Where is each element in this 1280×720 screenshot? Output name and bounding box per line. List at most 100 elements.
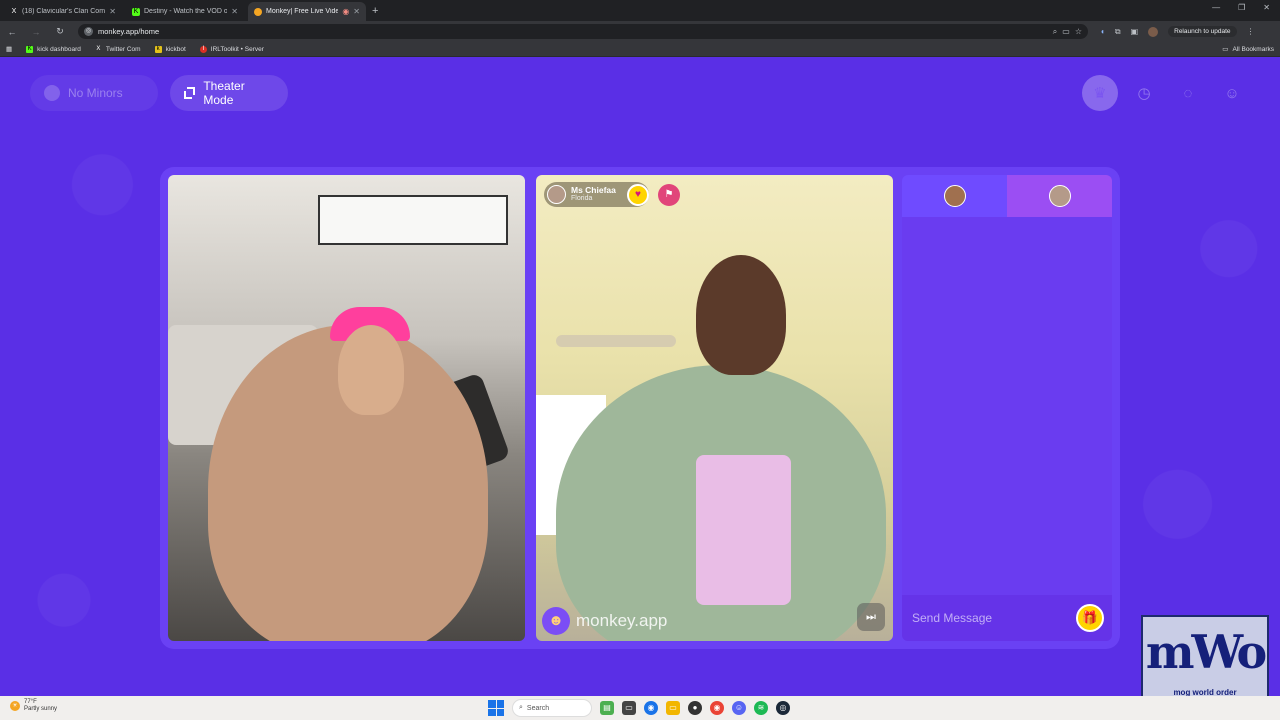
zoom-icon[interactable]: ⌕ bbox=[1053, 27, 1057, 37]
site-info-icon[interactable]: ◎ bbox=[84, 27, 93, 36]
expand-icon bbox=[184, 87, 196, 99]
windows-taskbar: ☀ 77°F Partly sunny ⌕ Search ▤ ▭ ◉ ▭ ● ◉… bbox=[0, 696, 1280, 720]
top-nav-icons: ♛ ◷ ◌ ☺ bbox=[1082, 75, 1250, 111]
theater-mode-button[interactable]: Theater Mode bbox=[170, 75, 288, 111]
bookmarks-bar: ▦ K kick dashboard X Twitter Com k kickb… bbox=[0, 42, 1280, 57]
monkey-favicon-icon bbox=[254, 7, 262, 16]
x-icon: X bbox=[96, 45, 101, 52]
monkey-logo-icon: ☻ bbox=[542, 607, 570, 635]
bookmark-kick-dashboard[interactable]: K kick dashboard bbox=[26, 45, 81, 53]
discord-icon[interactable]: ☺ bbox=[732, 701, 746, 715]
toggle-indicator-icon bbox=[44, 85, 60, 101]
task-view-icon[interactable]: ▭ bbox=[622, 701, 636, 715]
pink-top bbox=[696, 455, 791, 605]
spotify-icon[interactable]: ≋ bbox=[754, 701, 768, 715]
crown-icon[interactable]: ♛ bbox=[1082, 75, 1118, 111]
heart-icon[interactable]: ♥ bbox=[627, 184, 649, 206]
tab-title: Destiny - Watch the VOD on Ki bbox=[144, 8, 228, 15]
cast-icon[interactable]: ▭ bbox=[1062, 27, 1070, 36]
no-minors-label: No Minors bbox=[68, 86, 123, 100]
maximize-icon[interactable]: ❐ bbox=[1238, 3, 1245, 12]
browser-tab-2[interactable]: K Destiny - Watch the VOD on Ki ✕ bbox=[126, 2, 244, 21]
menu-icon[interactable]: ⋮ bbox=[1247, 27, 1255, 36]
window-scene bbox=[318, 195, 508, 245]
overlay-logo-text: mWo bbox=[1145, 625, 1267, 679]
audio-icon[interactable]: ◖ bbox=[1100, 27, 1105, 36]
browser-tab-1[interactable]: X (18) Clavicular's Clan Commun ✕ bbox=[4, 2, 122, 21]
kickbot-icon: k bbox=[154, 45, 162, 53]
weather-widget[interactable]: ☀ 77°F Partly sunny bbox=[10, 699, 57, 713]
bookmark-kickbot[interactable]: k kickbot bbox=[154, 45, 186, 53]
taskbar-apps: ⌕ Search ▤ ▭ ◉ ▭ ● ◉ ☺ ≋ ◎ bbox=[488, 699, 790, 717]
chrome-profile-icon[interactable]: ◉ bbox=[710, 701, 724, 715]
clock-icon[interactable]: ◷ bbox=[1126, 75, 1162, 111]
local-video bbox=[168, 175, 525, 641]
remote-video: Ms Chiefaa Florida ♥ ⚑ ☻ monkey.app ⏭ bbox=[536, 175, 893, 641]
profile-avatar-icon[interactable] bbox=[1148, 26, 1159, 37]
close-window-icon[interactable]: ✕ bbox=[1263, 3, 1270, 12]
forward-icon[interactable]: → bbox=[30, 27, 42, 37]
kick-icon: K bbox=[26, 45, 34, 53]
ceiling-fan-scene bbox=[556, 335, 676, 347]
recording-indicator-icon: ◉ bbox=[342, 7, 350, 16]
weather-sun-icon: ☀ bbox=[10, 701, 20, 711]
theater-mode-label: Theater Mode bbox=[203, 79, 245, 107]
no-minors-toggle[interactable]: No Minors bbox=[30, 75, 158, 111]
back-icon[interactable]: ← bbox=[6, 27, 18, 37]
caller-avatar bbox=[1048, 185, 1071, 207]
extensions-icon[interactable]: ⧉ bbox=[1115, 27, 1121, 37]
streamer-head bbox=[338, 325, 404, 415]
all-bookmarks-button[interactable]: ▭ All Bookmarks bbox=[1222, 45, 1274, 54]
new-tab-button[interactable]: + bbox=[372, 2, 378, 21]
reload-icon[interactable]: ↻ bbox=[54, 26, 66, 37]
browser-tab-3[interactable]: Monkey| Free Live Video Ch ◉ ✕ bbox=[248, 2, 366, 21]
chat-input-bar: 🎁 bbox=[902, 595, 1112, 641]
tab-caller[interactable] bbox=[1007, 175, 1112, 217]
close-tab-icon[interactable]: ✕ bbox=[109, 7, 116, 16]
weather-condition: Partly sunny bbox=[24, 706, 58, 712]
apps-grid-icon[interactable]: ▦ bbox=[6, 45, 12, 53]
caller-avatar bbox=[547, 185, 566, 204]
report-icon[interactable]: ⚑ bbox=[658, 184, 680, 206]
chrome-icon[interactable]: ◉ bbox=[644, 701, 658, 715]
bookmark-irltoolkit[interactable]: I IRLToolkit • Server bbox=[199, 45, 264, 53]
bookmark-label: IRLToolkit • Server bbox=[210, 45, 264, 53]
steam-icon[interactable]: ◎ bbox=[776, 701, 790, 715]
bookmark-label: kickbot bbox=[165, 45, 186, 53]
caller-location: Florida bbox=[571, 195, 593, 202]
skip-next-button[interactable]: ⏭ bbox=[857, 603, 885, 631]
tab-self[interactable] bbox=[902, 175, 1007, 217]
tab-title: (18) Clavicular's Clan Commun bbox=[22, 8, 106, 15]
widgets-icon[interactable]: ▤ bbox=[600, 701, 614, 715]
profile-icon[interactable]: ☺ bbox=[1214, 75, 1250, 111]
relaunch-button[interactable]: Relaunch to update bbox=[1168, 26, 1237, 37]
chat-icon[interactable]: ◌ bbox=[1170, 75, 1206, 111]
browser-tab-strip: X (18) Clavicular's Clan Commun ✕ K Dest… bbox=[0, 0, 1280, 21]
toolbar-icons: ◖ ⧉ ▣ Relaunch to update ⋮ bbox=[1100, 26, 1255, 37]
bookmark-twitter[interactable]: X Twitter Com bbox=[95, 45, 140, 53]
send-message-input[interactable] bbox=[912, 611, 1076, 625]
sidepanel-icon[interactable]: ▣ bbox=[1131, 27, 1139, 36]
obs-icon[interactable]: ● bbox=[688, 701, 702, 715]
chat-tabs bbox=[902, 175, 1112, 217]
x-favicon-icon: X bbox=[11, 7, 17, 15]
gift-icon[interactable]: 🎁 bbox=[1076, 604, 1104, 632]
windows-start-icon[interactable] bbox=[488, 700, 504, 716]
taskbar-search[interactable]: ⌕ Search bbox=[512, 699, 592, 717]
close-tab-icon[interactable]: ✕ bbox=[353, 7, 360, 16]
window-controls: — ❐ ✕ bbox=[1212, 3, 1270, 12]
bookmark-star-icon[interactable]: ☆ bbox=[1075, 27, 1082, 36]
browser-toolbar: ← → ↻ ◎ monkey.app/home ⌕ ▭ ☆ ◖ ⧉ ▣ Rela… bbox=[0, 21, 1280, 42]
caller-head bbox=[696, 255, 786, 375]
bookmark-label: kick dashboard bbox=[37, 45, 81, 53]
minimize-icon[interactable]: — bbox=[1212, 3, 1220, 12]
self-avatar bbox=[943, 185, 966, 207]
address-bar[interactable]: ◎ monkey.app/home ⌕ ▭ ☆ bbox=[78, 24, 1088, 39]
close-tab-icon[interactable]: ✕ bbox=[231, 7, 238, 16]
caller-name: Ms Chiefaa bbox=[571, 185, 616, 195]
file-explorer-icon[interactable]: ▭ bbox=[666, 701, 680, 715]
monkey-watermark: ☻ monkey.app bbox=[542, 607, 667, 635]
watermark-text: monkey.app bbox=[576, 611, 668, 630]
search-placeholder: Search bbox=[526, 704, 550, 712]
url-text: monkey.app/home bbox=[98, 27, 160, 36]
